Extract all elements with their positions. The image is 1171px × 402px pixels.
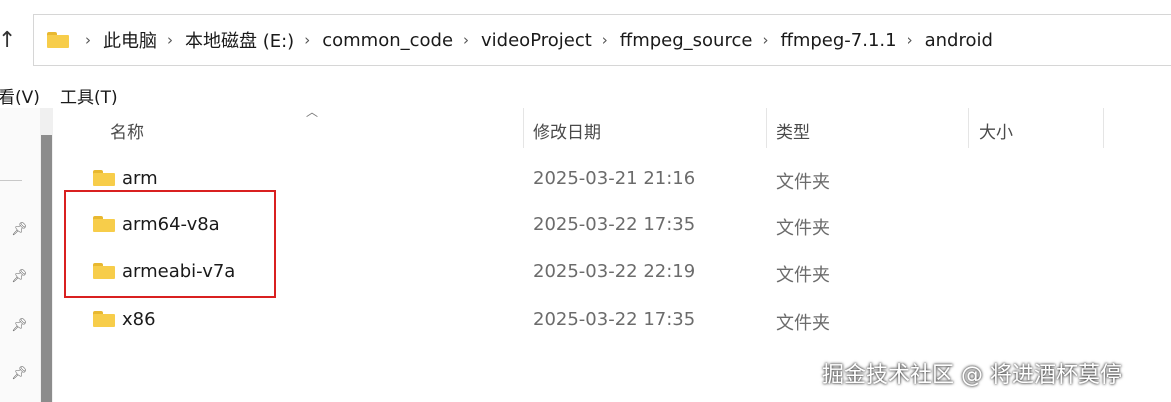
column-divider[interactable] [766, 108, 767, 148]
chevron-right-icon[interactable]: › [463, 31, 469, 49]
breadcrumb-item[interactable]: ffmpeg_source [620, 30, 753, 51]
column-divider[interactable] [968, 108, 969, 148]
chevron-right-icon[interactable]: › [907, 31, 913, 49]
folder-icon [93, 170, 115, 186]
file-date: 2025-03-22 22:19 [533, 261, 696, 282]
column-divider[interactable] [1103, 108, 1104, 148]
pin-icon[interactable]: 📌︎ [11, 318, 28, 333]
file-type: 文件夹 [776, 218, 830, 239]
menu-bar: 看(V) 工具(T) [0, 80, 1171, 108]
breadcrumb-item[interactable]: 本地磁盘 (E:) [185, 27, 294, 53]
folder-icon [93, 311, 115, 327]
column-header: ︿ 名称 修改日期 类型 大小 [53, 105, 1171, 148]
breadcrumb-item[interactable]: videoProject [481, 30, 592, 51]
pin-icon[interactable]: 📌︎ [11, 222, 28, 237]
menu-view[interactable]: 看(V) [0, 83, 40, 108]
breadcrumb-item[interactable]: android [925, 30, 993, 51]
highlight-box [64, 190, 276, 298]
file-type: 文件夹 [776, 313, 830, 334]
breadcrumb-item[interactable]: 此电脑 [103, 27, 157, 53]
breadcrumb-item[interactable]: ffmpeg-7.1.1 [780, 30, 896, 51]
watermark: 掘金技术社区 @ 将进酒杯莫停 [822, 363, 1122, 388]
column-date[interactable]: 修改日期 [533, 118, 601, 143]
address-bar[interactable]: › 此电脑 › 本地磁盘 (E:) › common_code › videoP… [33, 14, 1171, 66]
menu-tools[interactable]: 工具(T) [60, 83, 118, 108]
column-divider[interactable] [523, 108, 524, 148]
file-type: 文件夹 [776, 265, 830, 286]
chevron-right-icon[interactable]: › [167, 31, 173, 49]
file-date: 2025-03-22 17:35 [533, 309, 696, 330]
column-name[interactable]: 名称 [110, 118, 144, 143]
breadcrumb-item[interactable]: common_code [322, 30, 453, 51]
chevron-right-icon[interactable]: › [304, 31, 310, 49]
file-date: 2025-03-21 21:16 [533, 168, 696, 189]
address-row: ↑ › 此电脑 › 本地磁盘 (E:) › common_code › vide… [0, 0, 1171, 80]
chevron-right-icon[interactable]: › [762, 31, 768, 49]
pin-icon[interactable]: 📌︎ [11, 269, 28, 284]
folder-icon [47, 32, 69, 48]
pin-icon[interactable]: 📌︎ [11, 366, 28, 381]
scrollbar-thumb[interactable] [41, 135, 52, 402]
file-type: 文件夹 [776, 172, 830, 193]
file-name: arm [122, 168, 158, 189]
scrollbar[interactable] [40, 108, 53, 402]
column-type[interactable]: 类型 [776, 118, 810, 143]
divider [0, 180, 22, 181]
file-date: 2025-03-22 17:35 [533, 214, 696, 235]
chevron-right-icon[interactable]: › [602, 31, 608, 49]
list-item[interactable]: x86 2025-03-22 17:35 文件夹 [53, 297, 1171, 343]
file-name: x86 [122, 309, 156, 330]
sort-up-icon: ︿ [306, 105, 319, 119]
column-size[interactable]: 大小 [979, 118, 1013, 143]
navigation-pane: 📌︎ 📌︎ 📌︎ 📌︎ [0, 108, 40, 402]
chevron-right-icon[interactable]: › [85, 31, 91, 49]
up-arrow-icon[interactable]: ↑ [0, 28, 16, 53]
